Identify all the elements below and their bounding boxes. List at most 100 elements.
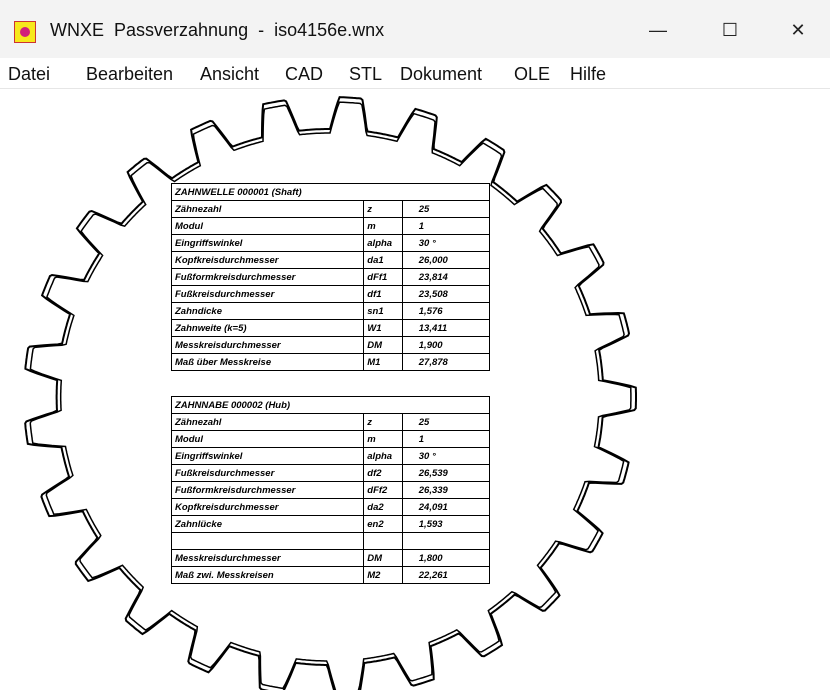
hub-data-table: ZAHNNABE 000002 (Hub) Zähnezahl z 25 Modul m 1… [170, 396, 491, 584]
parameter-symbol: da2 [363, 498, 403, 516]
parameter-symbol: en2 [363, 515, 403, 533]
table-row: Zahnweite (k=5) W1 13,411 [170, 319, 491, 337]
table-row: Messkreisdurchmesser DM 1,800 [170, 549, 491, 567]
parameter-value: 1,593 [401, 515, 491, 533]
table-row: Fußkreisdurchmesser df2 26,539 [170, 464, 491, 482]
menu-stl[interactable]: STL [349, 64, 382, 85]
parameter-symbol: alpha [363, 447, 403, 465]
parameter-value: 24,091 [401, 498, 491, 516]
menu-bearbeiten[interactable]: Bearbeiten [86, 64, 173, 85]
parameter-value: 23,814 [401, 268, 491, 286]
table-row: Kopfkreisdurchmesser da1 26,000 [170, 251, 491, 269]
table-row: Zahnlücke en2 1,593 [170, 515, 491, 533]
table-row: Eingriffswinkel alpha 30 ° [170, 234, 491, 252]
parameter-value: 26,539 [401, 464, 491, 482]
parameter-value: 1 [401, 217, 491, 235]
parameter-symbol: DM [363, 549, 403, 567]
maximize-button[interactable]: ☐ [700, 8, 760, 52]
parameter-value: 26,000 [401, 251, 491, 269]
table-row: Fußformkreisdurchmesser dFf1 23,814 [170, 268, 491, 286]
parameter-name: Zähnezahl [170, 200, 365, 218]
drawing-canvas[interactable]: ZAHNWELLE 000001 (Shaft) Zähnezahl z 25 Modu… [0, 89, 830, 690]
window-title: WNXE Passverzahnung - iso4156e.wnx [50, 20, 385, 40]
parameter-name: Fußkreisdurchmesser [170, 464, 365, 482]
parameter-symbol: M1 [363, 353, 403, 371]
menu-datei[interactable]: Datei [8, 64, 50, 85]
menu-cad[interactable]: CAD [285, 64, 323, 85]
menu-dokument[interactable]: Dokument [400, 64, 482, 85]
parameter-value: 13,411 [401, 319, 491, 337]
parameter-name: Eingriffswinkel [170, 447, 365, 465]
table-row: Modul m 1 [170, 430, 491, 448]
minimize-button[interactable]: — [628, 8, 688, 52]
parameter-name: Maß zwi. Messkreisen [170, 566, 365, 584]
parameter-value: 22,261 [401, 566, 491, 584]
parameter-name: Zahnweite (k=5) [170, 319, 365, 337]
parameter-value: 1,800 [401, 549, 491, 567]
parameter-name: Kopfkreisdurchmesser [170, 251, 365, 269]
parameter-value: 1 [401, 430, 491, 448]
parameter-symbol [363, 532, 403, 550]
table-row: Zähnezahl z 25 [170, 200, 491, 218]
parameter-value: 1,900 [401, 336, 491, 354]
parameter-name: Messkreisdurchmesser [170, 549, 365, 567]
menu-bar: Datei Bearbeiten Ansicht CAD STL Dokumen… [0, 58, 830, 89]
table-row: Fußkreisdurchmesser df1 23,508 [170, 285, 491, 303]
parameter-value: 27,878 [401, 353, 491, 371]
parameter-name: Zähnezahl [170, 413, 365, 431]
menu-ansicht[interactable]: Ansicht [200, 64, 259, 85]
parameter-value: 25 [401, 200, 491, 218]
parameter-symbol: dFf2 [363, 481, 403, 499]
parameter-name: Modul [170, 217, 365, 235]
parameter-symbol: m [363, 217, 403, 235]
gear-outline-drawing [24, 96, 637, 690]
parameter-symbol: dFf1 [363, 268, 403, 286]
table-row: Messkreisdurchmesser DM 1,900 [170, 336, 491, 354]
table-row: Fußformkreisdurchmesser dFf2 26,339 [170, 481, 491, 499]
parameter-symbol: m [363, 430, 403, 448]
parameter-value: 25 [401, 413, 491, 431]
parameter-name: Messkreisdurchmesser [170, 336, 365, 354]
parameter-symbol: z [363, 200, 403, 218]
table-header: ZAHNWELLE 000001 (Shaft) [171, 183, 490, 201]
table-row: Zähnezahl z 25 [170, 413, 491, 431]
parameter-symbol: alpha [363, 234, 403, 252]
parameter-name: Fußkreisdurchmesser [170, 285, 365, 303]
parameter-symbol: df2 [363, 464, 403, 482]
parameter-name: Zahnlücke [170, 515, 365, 533]
table-row: Maß zwi. Messkreisen M2 22,261 [170, 566, 491, 584]
parameter-value: 26,339 [401, 481, 491, 499]
table-row: Zahndicke sn1 1,576 [170, 302, 491, 320]
parameter-symbol: DM [363, 336, 403, 354]
parameter-value: 23,508 [401, 285, 491, 303]
table-row: Kopfkreisdurchmesser da2 24,091 [170, 498, 491, 516]
parameter-symbol: sn1 [363, 302, 403, 320]
parameter-symbol: M2 [363, 566, 403, 584]
parameter-value: 30 ° [401, 447, 491, 465]
parameter-name: Fußformkreisdurchmesser [170, 481, 365, 499]
parameter-name: Zahndicke [170, 302, 365, 320]
table-row: Eingriffswinkel alpha 30 ° [170, 447, 491, 465]
app-logo-icon [14, 21, 36, 43]
shaft-data-table: ZAHNWELLE 000001 (Shaft) Zähnezahl z 25 Modu… [170, 183, 491, 371]
menu-ole[interactable]: OLE [514, 64, 550, 85]
parameter-name: Maß über Messkreise [170, 353, 365, 371]
parameter-name [170, 532, 365, 550]
parameter-symbol: z [363, 413, 403, 431]
table-row: Modul m 1 [170, 217, 491, 235]
parameter-value [401, 532, 491, 550]
parameter-symbol: da1 [363, 251, 403, 269]
parameter-value: 30 ° [401, 234, 491, 252]
close-button[interactable]: ✕ [768, 8, 828, 52]
title-bar[interactable]: WNXE Passverzahnung - iso4156e.wnx — ☐ ✕ [0, 0, 830, 58]
parameter-symbol: W1 [363, 319, 403, 337]
parameter-name: Modul [170, 430, 365, 448]
parameter-name: Kopfkreisdurchmesser [170, 498, 365, 516]
parameter-symbol: df1 [363, 285, 403, 303]
parameter-name: Fußformkreisdurchmesser [170, 268, 365, 286]
table-header: ZAHNNABE 000002 (Hub) [171, 396, 490, 414]
table-row [170, 532, 491, 550]
table-row: Maß über Messkreise M1 27,878 [170, 353, 491, 371]
parameter-value: 1,576 [401, 302, 491, 320]
menu-hilfe[interactable]: Hilfe [570, 64, 606, 85]
